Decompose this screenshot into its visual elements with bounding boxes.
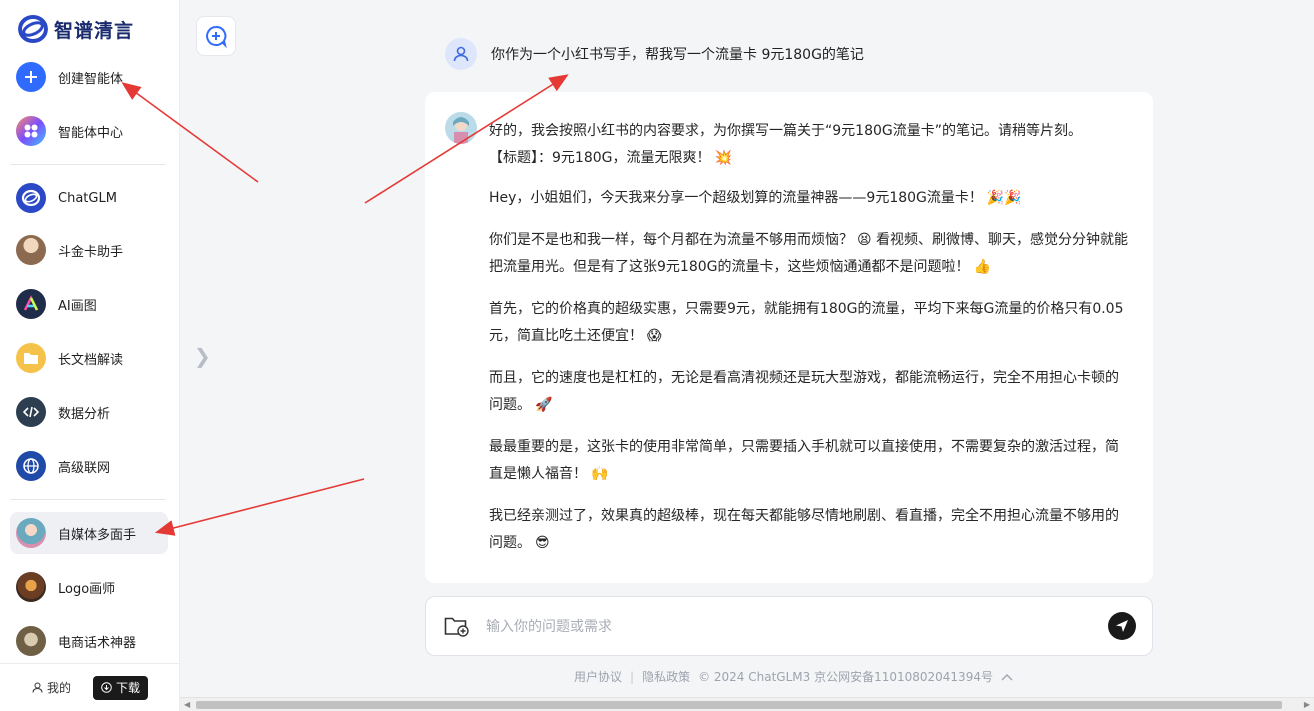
sidebar-item-web-search[interactable]: 高级联网 xyxy=(10,445,168,487)
assistant-message-body: 好的，我会按照小红书的内容要求，为你撰写一篇关于“9元180G流量卡”的笔记。请… xyxy=(489,118,1131,572)
sidebar-item-long-doc[interactable]: 长文档解读 xyxy=(10,337,168,379)
download-button[interactable]: 下载 xyxy=(93,675,149,700)
collision-emoji-icon: 💥 xyxy=(714,150,732,166)
sidebar-item-create-agent[interactable]: 创建智能体 xyxy=(10,56,168,98)
reply-paragraph: Hey，小姐姐们，今天我来分享一个超级划算的流量神器——9元180G流量卡！ 🎉🎉 xyxy=(489,185,1131,212)
ai-draw-icon xyxy=(16,289,46,319)
sidebar-item-label: 智能体中心 xyxy=(58,125,124,141)
rocket-emoji-icon: 🚀 xyxy=(535,397,553,413)
thumbs-up-emoji-icon: 👍 xyxy=(973,259,991,275)
send-icon xyxy=(1116,620,1128,632)
sidebar: 智谱清言 创建智能体 智能体中心 ChatGLM 斗金卡助手 AI画图 长文档解… xyxy=(0,0,180,711)
sidebar-item-agent-center[interactable]: 智能体中心 xyxy=(10,110,168,152)
code-icon xyxy=(16,397,46,427)
new-chat-icon xyxy=(206,26,227,48)
agent-avatar-icon xyxy=(445,112,477,144)
sidebar-item-label: 电商话术神器 xyxy=(58,635,137,651)
sidebar-item-logo-painter[interactable]: Logo画师 xyxy=(10,566,168,608)
sidebar-item-label: 长文档解读 xyxy=(58,352,124,368)
agent-avatar-icon xyxy=(16,235,46,265)
folder-icon xyxy=(16,343,46,373)
sidebar-item-ecommerce-copy[interactable]: 电商话术神器 xyxy=(10,620,168,662)
sidebar-item-chatglm[interactable]: ChatGLM xyxy=(10,177,168,219)
my-label: 我的 xyxy=(46,681,71,695)
page-footer: 用户协议 | 隐私政策 © 2024 ChatGLM3 京公网安备1101080… xyxy=(574,668,1013,685)
footer-separator: | xyxy=(630,669,635,684)
sidebar-item-doujinka[interactable]: 斗金卡助手 xyxy=(10,229,168,271)
sidebar-item-label: 数据分析 xyxy=(58,406,111,422)
plus-icon xyxy=(16,62,46,92)
reply-paragraph: 好的，我会按照小红书的内容要求，为你撰写一篇关于“9元180G流量卡”的笔记。请… xyxy=(489,123,1082,139)
sidebar-footer: 我的 下载 xyxy=(0,663,180,711)
reply-paragraph: 而且，它的速度也是杠杠的，无论是看高清视频还是玩大型游戏，都能流畅运行，完全不用… xyxy=(489,365,1131,419)
party-emoji-icon: 🎉🎉 xyxy=(986,190,1022,206)
download-label: 下载 xyxy=(116,681,141,695)
chat-input-box xyxy=(425,596,1153,656)
sidebar-item-media-expert[interactable]: 自媒体多面手 xyxy=(10,512,168,554)
sidebar-item-label: ChatGLM xyxy=(58,190,117,206)
send-button[interactable] xyxy=(1108,612,1136,640)
terms-link[interactable]: 用户协议 xyxy=(574,668,622,685)
globe-icon xyxy=(16,451,46,481)
reply-paragraph: 首先，它的价格真的超级实惠，只需要9元，就能拥有180G的流量，平均下来每G流量… xyxy=(489,296,1131,350)
tired-face-emoji-icon: 😫 xyxy=(857,232,872,248)
scroll-right-icon[interactable]: ▶ xyxy=(1304,700,1310,709)
agent-avatar-icon xyxy=(16,626,46,656)
agent-avatar-icon xyxy=(16,572,46,602)
my-account-link[interactable]: 我的 xyxy=(32,679,71,696)
scroll-left-icon[interactable]: ◀ xyxy=(184,700,190,709)
sunglasses-emoji-icon: 😎 xyxy=(535,535,550,551)
download-icon xyxy=(101,682,112,693)
user-icon xyxy=(453,46,469,62)
sidebar-expand-icon[interactable]: ❯ xyxy=(194,344,211,368)
user-avatar xyxy=(445,38,477,70)
assistant-message: 好的，我会按照小红书的内容要求，为你撰写一篇关于“9元180G流量卡”的笔记。请… xyxy=(425,92,1153,583)
privacy-link[interactable]: 隐私政策 xyxy=(642,668,690,685)
scream-emoji-icon: 😱 xyxy=(647,328,662,344)
upload-folder-icon[interactable] xyxy=(444,615,470,637)
logo-text: 智谱清言 xyxy=(54,19,135,42)
zhipu-logo-icon xyxy=(18,15,48,43)
apps-icon xyxy=(16,116,46,146)
sidebar-item-label: AI画图 xyxy=(58,298,97,314)
sidebar-divider xyxy=(10,164,166,165)
reply-paragraph: 你们是不是也和我一样，每个月都在为流量不够用而烦恼？ 😫 看视频、刷微博、聊天，感… xyxy=(489,227,1131,281)
scrollbar-thumb[interactable] xyxy=(196,701,1282,709)
sidebar-item-label: 自媒体多面手 xyxy=(58,527,137,543)
sidebar-item-label: 创建智能体 xyxy=(58,71,124,87)
raised-hands-emoji-icon: 🙌 xyxy=(591,466,609,482)
chevron-up-icon[interactable] xyxy=(1001,670,1013,684)
assistant-avatar xyxy=(445,112,477,144)
new-chat-button[interactable] xyxy=(196,16,236,56)
app-logo[interactable]: 智谱清言 xyxy=(18,14,134,44)
user-message: 你作为一个小红书写手，帮我写一个流量卡 9元180G的笔记 xyxy=(445,38,864,70)
sidebar-item-label: Logo画师 xyxy=(58,581,116,597)
agent-avatar-icon xyxy=(16,518,46,548)
copyright-text: © 2024 ChatGLM3 京公网安备11010802041394号 xyxy=(698,670,993,684)
sidebar-item-label: 高级联网 xyxy=(58,460,111,476)
chat-input[interactable] xyxy=(486,615,1086,639)
horizontal-scrollbar[interactable]: ◀ ▶ xyxy=(180,697,1314,711)
reply-paragraph: 最最重要的是，这张卡的使用非常简单，只需要插入手机就可以直接使用，不需要复杂的激… xyxy=(489,434,1131,488)
user-message-text: 你作为一个小红书写手，帮我写一个流量卡 9元180G的笔记 xyxy=(491,47,864,63)
chatglm-icon xyxy=(16,183,46,213)
sidebar-item-ai-draw[interactable]: AI画图 xyxy=(10,283,168,325)
sidebar-item-data-analysis[interactable]: 数据分析 xyxy=(10,391,168,433)
user-icon xyxy=(32,682,43,693)
annotation-arrow xyxy=(154,478,365,536)
reply-paragraph: 我已经亲测过了，效果真的超级棒，现在每天都能够尽情地刷剧、看直播，完全不用担心流… xyxy=(489,503,1131,557)
sidebar-item-label: 斗金卡助手 xyxy=(58,244,124,260)
sidebar-divider xyxy=(10,499,166,500)
reply-paragraph: 【标题】：9元180G，流量无限爽！ 💥 xyxy=(489,145,1131,172)
